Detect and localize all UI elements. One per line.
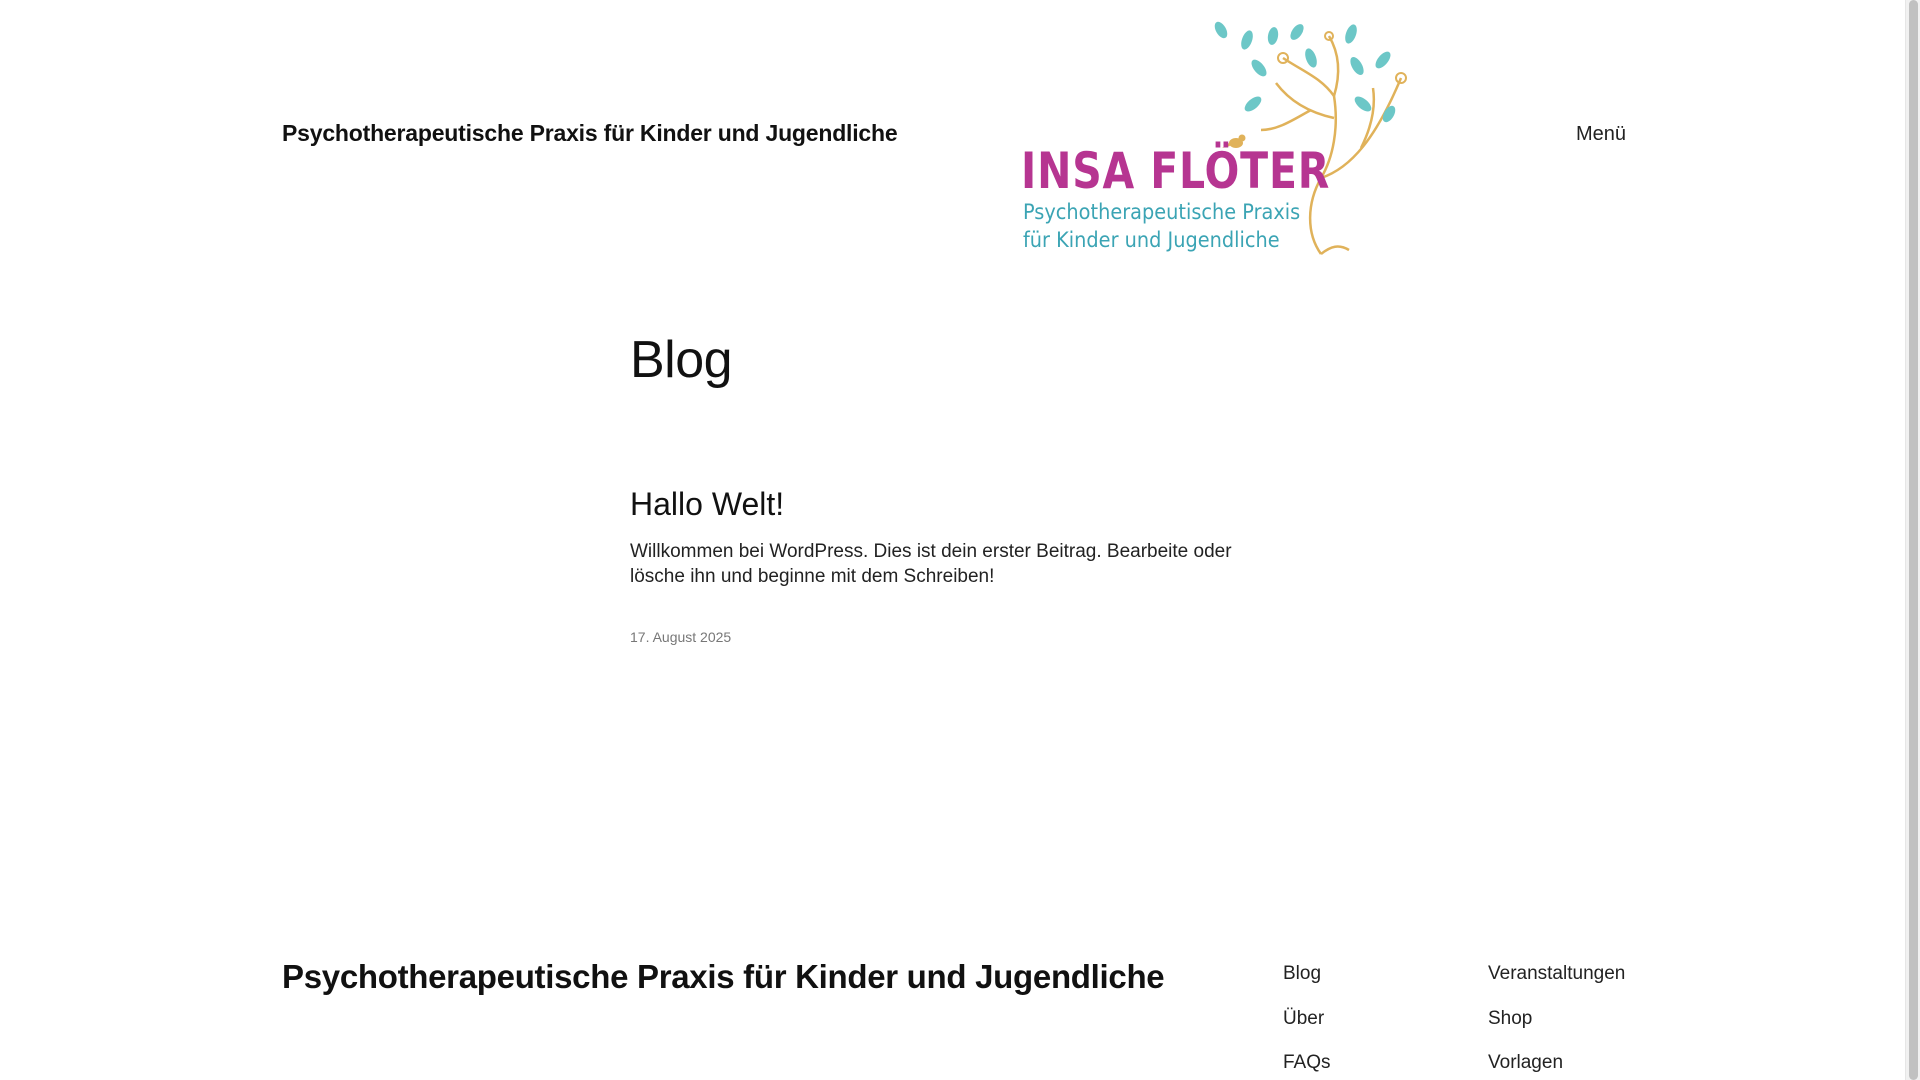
footer-site-title-link[interactable]: Psychotherapeutische Praxis für Kinder u… — [282, 958, 1165, 996]
site-logo[interactable]: INSA FLÖTER Psychotherapeutische Praxis … — [1021, 18, 1411, 258]
post-title-link[interactable]: Hallo Welt! — [630, 486, 1270, 523]
footer-nav-shop[interactable]: Shop — [1488, 1008, 1532, 1030]
scrollbar-thumb[interactable] — [1909, 0, 1918, 1080]
footer-nav-ueber[interactable]: Über — [1283, 1008, 1324, 1030]
post-date[interactable]: 17. August 2025 — [630, 629, 1270, 645]
main-content: Blog Hallo Welt! Willkommen bei WordPres… — [630, 330, 1270, 645]
blog-post: Hallo Welt! Willkommen bei WordPress. Di… — [630, 486, 1270, 645]
vertical-scrollbar[interactable] — [1905, 0, 1920, 1080]
footer-nav-blog[interactable]: Blog — [1283, 963, 1321, 985]
footer-nav-vorlagen[interactable]: Vorlagen — [1488, 1052, 1563, 1074]
site-title-link[interactable]: Psychotherapeutische Praxis für Kinder u… — [282, 120, 898, 147]
logo-subtitle-line-1: Psychotherapeutische Praxis — [1023, 200, 1301, 224]
post-excerpt: Willkommen bei WordPress. Dies ist dein … — [630, 541, 1232, 587]
logo-subtitle-line-2: für Kinder und Jugendliche — [1023, 228, 1280, 252]
menu-button[interactable]: Menü — [1576, 123, 1626, 146]
footer-nav-faqs[interactable]: FAQs — [1283, 1052, 1331, 1074]
page-viewport: Psychotherapeutische Praxis für Kinder u… — [0, 0, 1920, 1080]
page-title: Blog — [630, 331, 733, 389]
site-footer: Psychotherapeutische Praxis für Kinder u… — [0, 940, 1905, 1080]
logo-name-text: INSA FLÖTER — [1021, 142, 1331, 200]
site-header: Psychotherapeutische Praxis für Kinder u… — [0, 0, 1905, 270]
footer-nav-veranstaltungen[interactable]: Veranstaltungen — [1488, 963, 1625, 985]
